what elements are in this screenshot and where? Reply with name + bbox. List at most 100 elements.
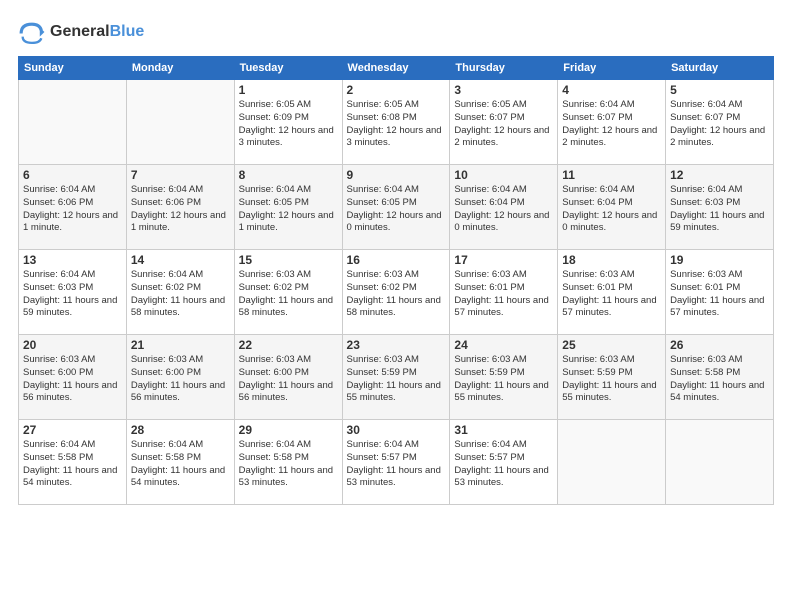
day-cell: 9 Sunrise: 6:04 AM Sunset: 6:05 PM Daylig… <box>342 165 450 250</box>
day-number: 3 <box>454 83 553 97</box>
day-cell: 18Sunrise: 6:03 AM Sunset: 6:01 PM Dayli… <box>558 250 666 335</box>
day-number: 14 <box>131 253 230 267</box>
logo-text: GeneralBlue <box>50 23 144 41</box>
day-number: 9 <box>347 168 446 182</box>
day-number: 4 <box>562 83 661 97</box>
day-number: 1 <box>239 83 338 97</box>
day-number: 2 <box>347 83 446 97</box>
day-cell: 14 Sunrise: 6:04 AM Sunset: 6:02 PM Dayli… <box>126 250 234 335</box>
day-number: 8 <box>239 168 338 182</box>
day-cell: 21 Sunrise: 6:03 AM Sunset: 6:00 PM Dayli… <box>126 335 234 420</box>
header: GeneralBlue <box>18 18 774 46</box>
day-info: Sunrise: 6:03 AM Sunset: 6:00 PM Dayligh… <box>131 354 230 405</box>
day-cell: 26 Sunrise: 6:03 AM Sunset: 5:58 PM Dayli… <box>666 335 774 420</box>
header-cell-thursday: Thursday <box>450 57 558 80</box>
day-number: 15 <box>239 253 338 267</box>
day-info: Sunrise: 6:04 AM Sunset: 6:05 PM Dayligh… <box>239 184 338 235</box>
day-cell: 27 Sunrise: 6:04 AM Sunset: 5:58 PM Dayli… <box>19 420 127 505</box>
day-info: Sunrise: 6:04 AM Sunset: 5:58 PM Dayligh… <box>23 439 122 490</box>
day-cell: 23Sunrise: 6:03 AM Sunset: 5:59 PM Dayli… <box>342 335 450 420</box>
day-cell: 15 Sunrise: 6:03 AM Sunset: 6:02 PM Dayli… <box>234 250 342 335</box>
day-cell: 7 Sunrise: 6:04 AM Sunset: 6:06 PM Daylig… <box>126 165 234 250</box>
day-cell: 25 Sunrise: 6:03 AM Sunset: 5:59 PM Dayli… <box>558 335 666 420</box>
day-number: 11 <box>562 168 661 182</box>
day-number: 22 <box>239 338 338 352</box>
day-number: 5 <box>670 83 769 97</box>
day-info: Sunrise: 6:03 AM Sunset: 5:59 PM Dayligh… <box>347 354 446 405</box>
page-container: GeneralBlue SundayMondayTuesdayWednesday… <box>0 0 792 515</box>
day-cell <box>558 420 666 505</box>
day-number: 28 <box>131 423 230 437</box>
day-cell: 6 Sunrise: 6:04 AM Sunset: 6:06 PM Daylig… <box>19 165 127 250</box>
day-info: Sunrise: 6:04 AM Sunset: 6:06 PM Dayligh… <box>23 184 122 235</box>
day-number: 10 <box>454 168 553 182</box>
day-number: 21 <box>131 338 230 352</box>
day-info: Sunrise: 6:03 AM Sunset: 6:00 PM Dayligh… <box>23 354 122 405</box>
header-cell-monday: Monday <box>126 57 234 80</box>
day-cell: 17Sunrise: 6:03 AM Sunset: 6:01 PM Dayli… <box>450 250 558 335</box>
day-info: Sunrise: 6:05 AM Sunset: 6:08 PM Dayligh… <box>347 99 446 150</box>
week-row-5: 27 Sunrise: 6:04 AM Sunset: 5:58 PM Dayli… <box>19 420 774 505</box>
calendar-table: SundayMondayTuesdayWednesdayThursdayFrid… <box>18 56 774 505</box>
day-info: Sunrise: 6:04 AM Sunset: 5:58 PM Dayligh… <box>239 439 338 490</box>
day-cell: 5 Sunrise: 6:04 AM Sunset: 6:07 PM Daylig… <box>666 80 774 165</box>
day-number: 27 <box>23 423 122 437</box>
day-cell: 22 Sunrise: 6:03 AM Sunset: 6:00 PM Dayli… <box>234 335 342 420</box>
day-cell: 12Sunrise: 6:04 AM Sunset: 6:03 PM Dayli… <box>666 165 774 250</box>
header-cell-sunday: Sunday <box>19 57 127 80</box>
logo: GeneralBlue <box>18 18 144 46</box>
day-cell: 8 Sunrise: 6:04 AM Sunset: 6:05 PM Daylig… <box>234 165 342 250</box>
day-info: Sunrise: 6:04 AM Sunset: 6:07 PM Dayligh… <box>562 99 661 150</box>
day-cell: 19 Sunrise: 6:03 AM Sunset: 6:01 PM Dayli… <box>666 250 774 335</box>
day-number: 31 <box>454 423 553 437</box>
day-info: Sunrise: 6:04 AM Sunset: 5:57 PM Dayligh… <box>454 439 553 490</box>
day-cell: 2 Sunrise: 6:05 AM Sunset: 6:08 PM Daylig… <box>342 80 450 165</box>
day-info: Sunrise: 6:04 AM Sunset: 6:07 PM Dayligh… <box>670 99 769 150</box>
day-number: 30 <box>347 423 446 437</box>
day-info: Sunrise: 6:04 AM Sunset: 6:06 PM Dayligh… <box>131 184 230 235</box>
day-info: Sunrise: 6:04 AM Sunset: 5:58 PM Dayligh… <box>131 439 230 490</box>
day-number: 7 <box>131 168 230 182</box>
day-info: Sunrise: 6:04 AM Sunset: 6:03 PM Dayligh… <box>23 269 122 320</box>
day-info: Sunrise: 6:03 AM Sunset: 5:58 PM Dayligh… <box>670 354 769 405</box>
day-cell: 1 Sunrise: 6:05 AM Sunset: 6:09 PM Daylig… <box>234 80 342 165</box>
header-row: SundayMondayTuesdayWednesdayThursdayFrid… <box>19 57 774 80</box>
day-number: 16 <box>347 253 446 267</box>
week-row-3: 13Sunrise: 6:04 AM Sunset: 6:03 PM Dayli… <box>19 250 774 335</box>
day-info: Sunrise: 6:04 AM Sunset: 6:02 PM Dayligh… <box>131 269 230 320</box>
week-row-2: 6 Sunrise: 6:04 AM Sunset: 6:06 PM Daylig… <box>19 165 774 250</box>
day-number: 19 <box>670 253 769 267</box>
day-info: Sunrise: 6:03 AM Sunset: 6:01 PM Dayligh… <box>454 269 553 320</box>
day-info: Sunrise: 6:03 AM Sunset: 5:59 PM Dayligh… <box>454 354 553 405</box>
day-number: 6 <box>23 168 122 182</box>
day-cell <box>666 420 774 505</box>
day-info: Sunrise: 6:04 AM Sunset: 6:04 PM Dayligh… <box>562 184 661 235</box>
day-info: Sunrise: 6:05 AM Sunset: 6:09 PM Dayligh… <box>239 99 338 150</box>
day-info: Sunrise: 6:04 AM Sunset: 5:57 PM Dayligh… <box>347 439 446 490</box>
day-info: Sunrise: 6:04 AM Sunset: 6:05 PM Dayligh… <box>347 184 446 235</box>
day-cell: 28 Sunrise: 6:04 AM Sunset: 5:58 PM Dayli… <box>126 420 234 505</box>
header-cell-wednesday: Wednesday <box>342 57 450 80</box>
day-cell: 31 Sunrise: 6:04 AM Sunset: 5:57 PM Dayli… <box>450 420 558 505</box>
day-cell: 10 Sunrise: 6:04 AM Sunset: 6:04 PM Dayli… <box>450 165 558 250</box>
week-row-1: 1 Sunrise: 6:05 AM Sunset: 6:09 PM Daylig… <box>19 80 774 165</box>
day-cell: 20Sunrise: 6:03 AM Sunset: 6:00 PM Dayli… <box>19 335 127 420</box>
header-cell-saturday: Saturday <box>666 57 774 80</box>
day-cell: 30 Sunrise: 6:04 AM Sunset: 5:57 PM Dayli… <box>342 420 450 505</box>
day-cell: 3Sunrise: 6:05 AM Sunset: 6:07 PM Daylig… <box>450 80 558 165</box>
day-info: Sunrise: 6:03 AM Sunset: 6:02 PM Dayligh… <box>239 269 338 320</box>
day-info: Sunrise: 6:03 AM Sunset: 6:00 PM Dayligh… <box>239 354 338 405</box>
day-info: Sunrise: 6:04 AM Sunset: 6:03 PM Dayligh… <box>670 184 769 235</box>
week-row-4: 20Sunrise: 6:03 AM Sunset: 6:00 PM Dayli… <box>19 335 774 420</box>
day-number: 24 <box>454 338 553 352</box>
day-cell: 16 Sunrise: 6:03 AM Sunset: 6:02 PM Dayli… <box>342 250 450 335</box>
header-cell-tuesday: Tuesday <box>234 57 342 80</box>
day-info: Sunrise: 6:03 AM Sunset: 6:02 PM Dayligh… <box>347 269 446 320</box>
day-info: Sunrise: 6:03 AM Sunset: 6:01 PM Dayligh… <box>670 269 769 320</box>
day-number: 29 <box>239 423 338 437</box>
day-cell: 4 Sunrise: 6:04 AM Sunset: 6:07 PM Daylig… <box>558 80 666 165</box>
day-number: 26 <box>670 338 769 352</box>
day-number: 25 <box>562 338 661 352</box>
day-info: Sunrise: 6:04 AM Sunset: 6:04 PM Dayligh… <box>454 184 553 235</box>
day-info: Sunrise: 6:03 AM Sunset: 5:59 PM Dayligh… <box>562 354 661 405</box>
